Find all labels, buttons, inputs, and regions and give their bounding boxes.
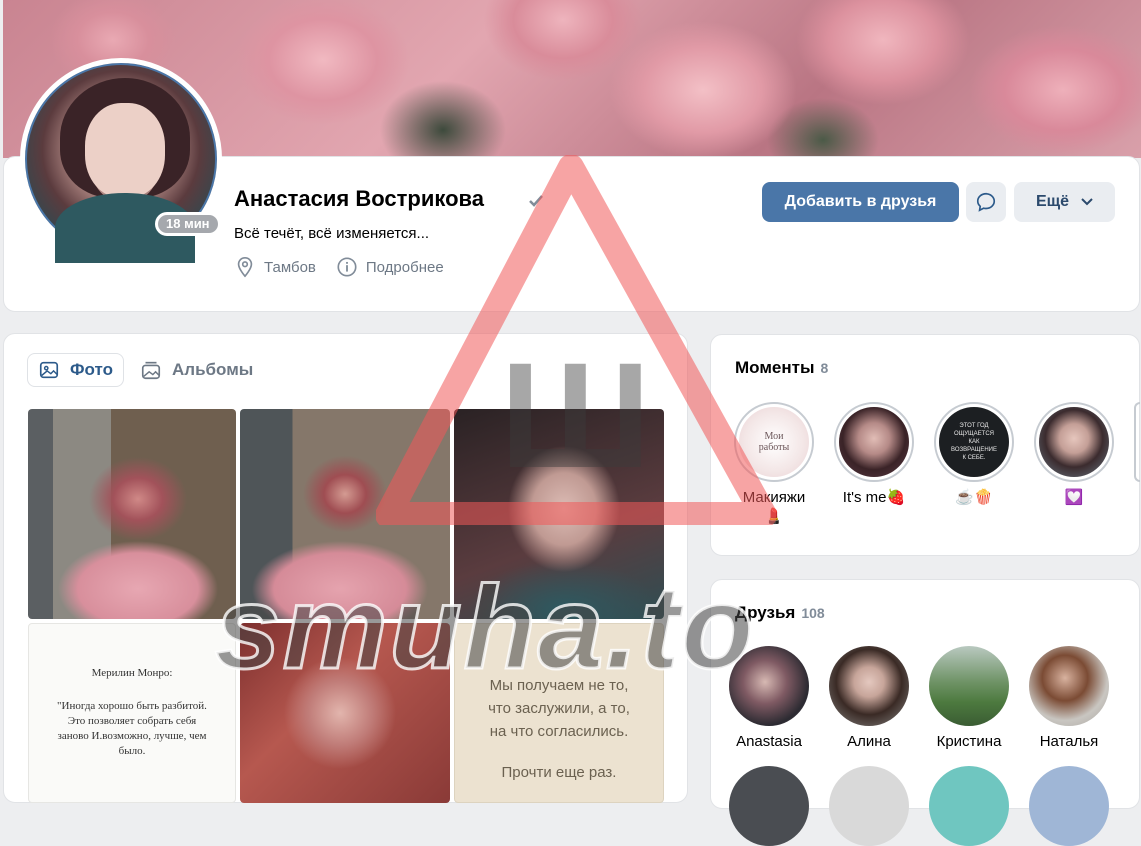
profile-name: Анастасия Вострикова <box>234 186 485 211</box>
friend-item[interactable]: Кристина <box>919 646 1019 750</box>
city-label: Тамбов <box>264 258 316 276</box>
moment-item-partial[interactable] <box>1134 402 1140 482</box>
friend-item[interactable]: Алина <box>819 646 919 750</box>
location-pin-icon <box>237 257 253 278</box>
friend-name: Anastasia <box>736 733 802 750</box>
photo-icon <box>39 361 59 379</box>
more-label: Ещё <box>1035 193 1070 210</box>
photo-thumbnail-text[interactable]: Мы получаем не то, что заслужили, а то, … <box>454 623 664 803</box>
avatar[interactable] <box>929 766 1009 846</box>
moment-item[interactable]: ЭТОТ ГОД ОЩУЩАЕТСЯ КАК ВОЗВРАЩЕНИЕ К СЕБ… <box>934 402 1014 507</box>
moment-thumb <box>1034 402 1114 482</box>
friend-name: Кристина <box>936 733 1002 750</box>
moment-label: ☕🍿 <box>955 489 993 506</box>
message-button[interactable] <box>966 182 1006 222</box>
photo-thumbnail[interactable] <box>240 623 450 803</box>
avatar <box>729 646 809 726</box>
profile-info-row: Тамбов Подробнее <box>234 256 458 278</box>
city-item[interactable]: Тамбов <box>234 256 316 278</box>
friends-title[interactable]: Друзья 108 <box>735 603 825 623</box>
avatar <box>929 646 1009 726</box>
quote-author: Мерилин Монро: <box>91 667 173 679</box>
avatar <box>1029 646 1109 726</box>
moment-item[interactable]: Мои работы Макияжи 💄 <box>734 402 814 526</box>
moment-thumb: Мои работы <box>734 402 814 482</box>
moment-thumb <box>834 402 914 482</box>
moment-thumb-text: Мои работы <box>739 407 809 477</box>
moment-label: Макияжи 💄 <box>742 489 806 525</box>
moment-label: It's me🍓 <box>842 489 906 506</box>
avatar[interactable] <box>1029 766 1109 846</box>
quote-text: "Иногда хорошо быть разбитой. Это позвол… <box>57 700 207 757</box>
friends-count: 108 <box>801 605 825 621</box>
albums-icon <box>141 361 161 380</box>
moment-label: 💟 <box>1064 489 1084 506</box>
verified-check-icon <box>529 195 543 207</box>
avatar <box>829 646 909 726</box>
friend-name: Алина <box>847 733 891 750</box>
moments-title-label: Моменты <box>735 358 815 377</box>
details-label: Подробнее <box>365 258 444 276</box>
chevron-down-icon <box>1081 198 1093 206</box>
friends-title-label: Друзья <box>735 603 796 622</box>
card-text-2: Прочти еще раз. <box>501 764 617 781</box>
tab-albums[interactable]: Альбомы <box>130 353 263 387</box>
photo-thumbnail[interactable] <box>454 409 664 619</box>
avatar[interactable] <box>729 766 809 846</box>
add-friend-button[interactable]: Добавить в друзья <box>762 182 959 222</box>
friend-name: Наталья <box>1039 733 1099 750</box>
moment-item[interactable]: It's me🍓 <box>834 402 914 507</box>
photo-thumbnail[interactable] <box>28 409 236 619</box>
online-status-badge: 18 мин <box>155 212 221 236</box>
card-text-1: Мы получаем не то, что заслужили, а то, … <box>488 677 630 740</box>
photo-thumbnail[interactable] <box>240 409 450 619</box>
avatar[interactable] <box>829 766 909 846</box>
details-item[interactable]: Подробнее <box>336 256 444 278</box>
moments-title[interactable]: Моменты 8 <box>735 358 828 378</box>
tab-photos-label: Фото <box>70 360 113 379</box>
info-icon <box>337 257 357 277</box>
moments-count: 8 <box>820 360 829 376</box>
photo-thumbnail-quote[interactable]: Мерилин Монро: "Иногда хорошо быть разби… <box>28 623 236 803</box>
message-bubble-icon <box>976 192 996 212</box>
moment-thumb-text: ЭТОТ ГОД ОЩУЩАЕТСЯ КАК ВОЗВРАЩЕНИЕ К СЕБ… <box>939 407 1009 477</box>
profile-status: Всё течёт, всё изменяется... <box>234 225 430 242</box>
tab-albums-label: Альбомы <box>172 360 254 379</box>
friend-item[interactable]: Наталья <box>1019 646 1119 750</box>
more-button[interactable]: Ещё <box>1014 182 1115 222</box>
moment-item[interactable]: 💟 <box>1034 402 1114 507</box>
tab-photos[interactable]: Фото <box>27 353 124 387</box>
friend-item[interactable]: Anastasia <box>719 646 819 750</box>
avatar-face <box>85 103 165 198</box>
moment-thumb: ЭТОТ ГОД ОЩУЩАЕТСЯ КАК ВОЗВРАЩЕНИЕ К СЕБ… <box>934 402 1014 482</box>
